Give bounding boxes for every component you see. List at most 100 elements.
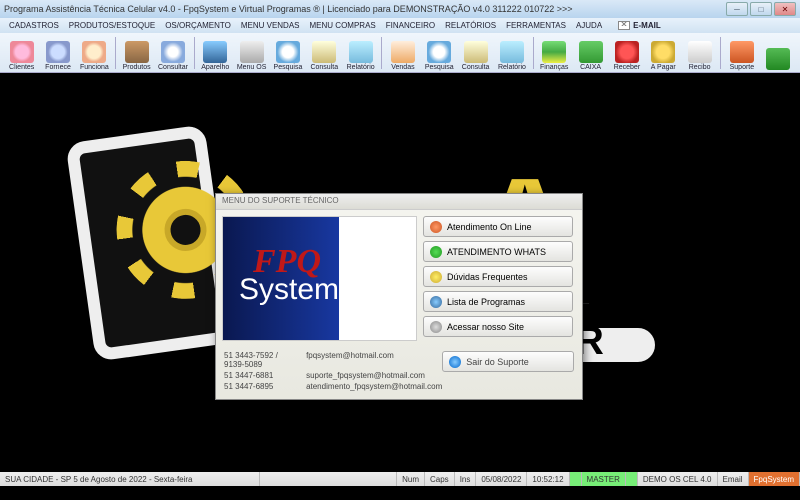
- tb-pesquisa-vendas[interactable]: Pesquisa: [422, 35, 457, 71]
- tb-suporte[interactable]: Suporte: [724, 35, 759, 71]
- tb-cons3-label: Consulta: [462, 64, 490, 71]
- status-email[interactable]: Email: [718, 472, 749, 486]
- tb-clientes-label: Clientes: [9, 64, 34, 71]
- tb-receb-label: Receber: [614, 64, 640, 71]
- window-title: Programa Assistência Técnica Celular v4.…: [4, 4, 573, 14]
- products-icon: [125, 41, 149, 63]
- menubar: CADASTROS PRODUTOS/ESTOQUE OS/ORÇAMENTO …: [0, 18, 800, 33]
- tb-clientes[interactable]: Clientes: [4, 35, 39, 71]
- btn-acessar-site[interactable]: Acessar nosso Site: [423, 316, 573, 337]
- menu-email[interactable]: E-MAIL: [613, 21, 666, 30]
- menu-relatorios[interactable]: RELATÓRIOS: [440, 21, 501, 30]
- tb-apar-label: Aparelho: [201, 64, 229, 71]
- email-3: atendimento_fpqsystem@hotmail.com: [306, 382, 442, 391]
- tb-sup-label: Suporte: [730, 64, 755, 71]
- close-button[interactable]: ✕: [774, 2, 796, 16]
- status-city-date: SUA CIDADE - SP 5 de Agosto de 2022 - Se…: [0, 472, 260, 486]
- menu-ferramentas[interactable]: FERRAMENTAS: [501, 21, 571, 30]
- btn-whats-label: ATENDIMENTO WHATS: [447, 247, 546, 257]
- finance-icon: [542, 41, 566, 63]
- search-icon: [427, 41, 451, 63]
- brand-panel: FPQ System: [222, 216, 417, 341]
- maximize-button[interactable]: □: [750, 2, 772, 16]
- email-1: fpqsystem@hotmail.com: [306, 351, 442, 369]
- tb-menuos-label: Menu OS: [237, 64, 267, 71]
- receipt-icon: [688, 41, 712, 63]
- main-area: A R MENU DO SUPORTE TÉCNICO FPQ System A…: [0, 73, 800, 486]
- tb-receber[interactable]: Receber: [609, 35, 644, 71]
- tb-vendas[interactable]: Vendas: [385, 35, 420, 71]
- toolbar-sep: [533, 37, 534, 69]
- window-titlebar: Programa Assistência Técnica Celular v4.…: [0, 0, 800, 18]
- tb-rel1-label: Relatório: [347, 64, 375, 71]
- status-master: MASTER: [582, 472, 626, 486]
- statusbar: SUA CIDADE - SP 5 de Agosto de 2022 - Se…: [0, 472, 800, 486]
- tb-consultar-prod[interactable]: Consultar: [155, 35, 190, 71]
- tb-menu-os[interactable]: Menu OS: [234, 35, 269, 71]
- phone-1: 51 3443-7592 / 9139-5089: [224, 351, 288, 369]
- brand-system: System: [239, 273, 339, 307]
- tb-fornecedores[interactable]: Fornece: [40, 35, 75, 71]
- menu-os-orcamento[interactable]: OS/ORÇAMENTO: [160, 21, 236, 30]
- menu-compras[interactable]: MENU COMPRAS: [305, 21, 381, 30]
- consult-icon: [312, 41, 336, 63]
- tb-pagar-label: A Pagar: [651, 64, 676, 71]
- btn-lista-programas[interactable]: Lista de Programas: [423, 291, 573, 312]
- envelope-icon: [618, 21, 630, 30]
- clients-icon: [10, 41, 34, 63]
- tb-pesq1-label: Pesquisa: [274, 64, 303, 71]
- toolbar-sep: [381, 37, 382, 69]
- btn-sair-suporte[interactable]: Sair do Suporte: [442, 351, 574, 372]
- tb-pesq2-label: Pesquisa: [425, 64, 454, 71]
- device-icon: [203, 41, 227, 63]
- minimize-button[interactable]: ─: [726, 2, 748, 16]
- tb-recibo[interactable]: Recibo: [682, 35, 717, 71]
- status-fpqsystem[interactable]: FpqSystem: [749, 472, 800, 486]
- tb-produtos[interactable]: Produtos: [119, 35, 154, 71]
- menu-ajuda[interactable]: AJUDA: [571, 21, 607, 30]
- btn-duvidas-frequentes[interactable]: Dúvidas Frequentes: [423, 266, 573, 287]
- menu-email-label: E-MAIL: [633, 21, 661, 30]
- dialog-title: MENU DO SUPORTE TÉCNICO: [216, 194, 582, 210]
- status-caps: Caps: [425, 472, 455, 486]
- tb-consulta-os[interactable]: Consulta: [307, 35, 342, 71]
- toolbar-sep: [720, 37, 721, 69]
- menu-financeiro[interactable]: FINANCEIRO: [381, 21, 440, 30]
- cash-icon: [579, 41, 603, 63]
- consult-icon: [464, 41, 488, 63]
- menu-produtos-estoque[interactable]: PRODUTOS/ESTOQUE: [64, 21, 160, 30]
- tb-caixa[interactable]: CAIXA: [573, 35, 608, 71]
- report-icon: [500, 41, 524, 63]
- faq-icon: [430, 271, 442, 283]
- globe-icon: [430, 321, 442, 333]
- tb-aparelho[interactable]: Aparelho: [198, 35, 233, 71]
- menu-cadastros[interactable]: CADASTROS: [4, 21, 64, 30]
- btn-atendimento-online[interactable]: Atendimento On Line: [423, 216, 573, 237]
- menu-vendas[interactable]: MENU VENDAS: [236, 21, 305, 30]
- tb-consulta-vendas[interactable]: Consulta: [458, 35, 493, 71]
- status-date: 05/08/2022: [476, 472, 527, 486]
- btn-lista-label: Lista de Programas: [447, 297, 525, 307]
- tb-apagar[interactable]: A Pagar: [646, 35, 681, 71]
- contacts-grid: 51 3443-7592 / 9139-5089 fpqsystem@hotma…: [224, 351, 442, 391]
- tb-funcionarios[interactable]: Funciona: [77, 35, 112, 71]
- tb-exit[interactable]: [761, 35, 796, 71]
- support-icon: [730, 41, 754, 63]
- tb-financas[interactable]: Finanças: [537, 35, 572, 71]
- tb-prod-label: Produtos: [123, 64, 151, 71]
- exit-icon: [766, 48, 790, 70]
- tb-recibo-label: Recibo: [689, 64, 711, 71]
- tb-relatorio-vendas[interactable]: Relatório: [494, 35, 529, 71]
- btn-faq-label: Dúvidas Frequentes: [447, 272, 528, 282]
- btn-atendimento-whats[interactable]: ATENDIMENTO WHATS: [423, 241, 573, 262]
- btn-site-label: Acessar nosso Site: [447, 322, 524, 332]
- menu-os-icon: [240, 41, 264, 63]
- status-time: 10:52:12: [527, 472, 569, 486]
- search-icon: [161, 41, 185, 63]
- phone-3: 51 3447-6895: [224, 382, 288, 391]
- email-2: suporte_fpqsystem@hotmail.com: [306, 371, 442, 380]
- tb-pesquisa-os[interactable]: Pesquisa: [270, 35, 305, 71]
- status-led: [570, 472, 582, 486]
- user-icon: [430, 221, 442, 233]
- tb-relatorio-os[interactable]: Relatório: [343, 35, 378, 71]
